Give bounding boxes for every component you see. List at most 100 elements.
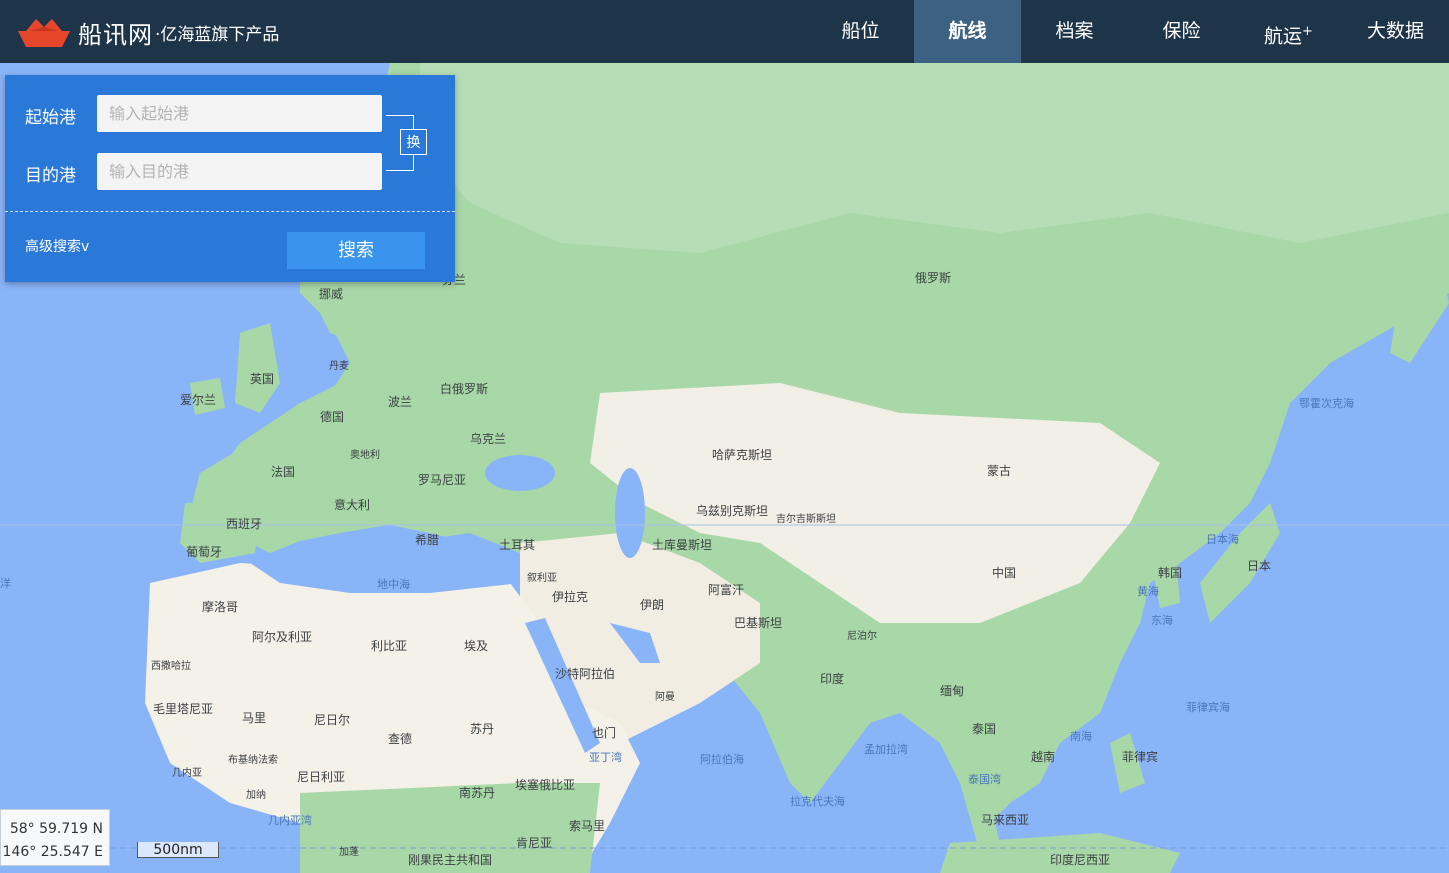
nav-shipping-plus[interactable]: 航运+ <box>1235 0 1342 63</box>
brand-slogan: ·亿海蓝旗下产品 <box>155 24 280 45</box>
nav-label: 大数据 <box>1366 20 1424 42</box>
label-kenya: 肯尼亚 <box>516 836 552 850</box>
top-header: 船讯网 ·亿海蓝旗下产品 船位 航线 档案 保险 航运+ 大数据 <box>0 0 1449 63</box>
label-algeria: 阿尔及利亚 <box>252 629 312 644</box>
label-gabon: 加蓬 <box>339 846 359 858</box>
label-mongolia: 蒙古 <box>987 463 1011 478</box>
label-belarus: 白俄罗斯 <box>440 381 488 396</box>
label-france: 法国 <box>271 465 295 479</box>
origin-label: 起始港 <box>25 108 76 128</box>
label-mauritania: 毛里塔尼亚 <box>153 702 213 716</box>
label-saudi-arabia: 沙特阿拉伯 <box>555 666 615 681</box>
label-denmark: 丹麦 <box>329 360 349 372</box>
label-gulf-of-thailand: 泰国湾 <box>968 772 1001 786</box>
label-okhotsk-sea: 鄂霍次克海 <box>1299 396 1354 410</box>
label-afghanistan: 阿富汗 <box>708 582 744 597</box>
label-yellow-sea: 黄海 <box>1137 584 1159 598</box>
label-turkmenistan: 土库曼斯坦 <box>652 537 712 552</box>
label-uzbekistan: 乌兹别克斯坦 <box>696 503 768 518</box>
label-kyrgyzstan: 吉尔吉斯斯坦 <box>776 512 836 525</box>
label-laccadive-sea: 拉克代夫海 <box>790 794 845 808</box>
label-egypt: 埃及 <box>464 639 488 653</box>
label-ethiopia: 埃塞俄比亚 <box>515 777 575 792</box>
main-nav: 船位 航线 档案 保险 航运+ 大数据 <box>807 0 1449 63</box>
label-drc: 刚果民主共和国 <box>408 853 492 867</box>
nav-label: 航运 <box>1264 25 1303 48</box>
label-south-china-sea: 南海 <box>1070 729 1092 743</box>
label-libya: 利比亚 <box>371 639 407 653</box>
panel-divider <box>5 211 455 212</box>
scale-bar-label: 500nm <box>137 842 219 858</box>
nav-label: 档案 <box>1055 20 1094 42</box>
label-italy: 意大利 <box>334 497 370 512</box>
destination-port-input[interactable] <box>97 153 382 190</box>
logo[interactable]: 船讯网 ·亿海蓝旗下产品 <box>16 12 279 52</box>
label-chad: 查德 <box>388 731 412 746</box>
latitude-readout: 58° 59.719 N <box>9 821 103 837</box>
label-bay-of-bengal: 孟加拉湾 <box>864 742 908 756</box>
label-ghana: 加纳 <box>246 788 266 801</box>
boat-logo-icon <box>18 19 70 47</box>
nav-ship-position[interactable]: 船位 <box>807 0 914 63</box>
label-myanmar: 缅甸 <box>940 684 964 698</box>
label-philippine-sea: 菲律宾海 <box>1186 700 1230 714</box>
label-mediterranean: 地中海 <box>377 577 410 591</box>
label-arabian-sea: 阿拉伯海 <box>700 752 744 766</box>
label-korea: 韩国 <box>1158 565 1182 580</box>
label-vietnam: 越南 <box>1031 749 1055 764</box>
caspian-sea <box>615 468 645 558</box>
label-ukraine: 乌克兰 <box>470 431 506 446</box>
label-mali: 马里 <box>242 711 266 725</box>
origin-port-input[interactable] <box>97 95 382 132</box>
nav-archive[interactable]: 档案 <box>1021 0 1128 63</box>
label-china: 中国 <box>992 565 1016 580</box>
label-morocco: 摩洛哥 <box>202 599 238 614</box>
label-ireland: 爱尔兰 <box>180 392 216 407</box>
label-turkey: 土耳其 <box>499 538 535 552</box>
label-greece: 希腊 <box>415 532 439 547</box>
coordinate-readout: 58° 59.719 N 146° 25.547 E <box>0 809 110 866</box>
label-syria: 叙利亚 <box>527 571 557 584</box>
label-indonesia: 印度尼西亚 <box>1050 852 1110 867</box>
nav-route[interactable]: 航线 <box>914 0 1021 63</box>
label-nigeria: 尼日利亚 <box>297 770 345 784</box>
label-yemen: 也门 <box>592 725 616 740</box>
label-spain: 西班牙 <box>226 517 262 531</box>
label-gulf-of-aden: 亚丁湾 <box>589 750 622 764</box>
label-iran: 伊朗 <box>640 598 664 612</box>
label-japan: 日本 <box>1247 559 1271 573</box>
nav-big-data[interactable]: 大数据 <box>1342 0 1449 63</box>
label-guinea: 几内亚 <box>172 766 202 779</box>
label-oman: 阿曼 <box>655 691 675 703</box>
label-germany: 德国 <box>320 409 344 424</box>
label-burkina-faso: 布基纳法索 <box>228 753 278 766</box>
black-sea <box>485 455 555 491</box>
label-norway: 挪威 <box>319 287 343 301</box>
label-pakistan: 巴基斯坦 <box>734 616 782 630</box>
longitude-readout: 146° 25.547 E <box>2 844 103 860</box>
swap-ports-button[interactable]: 换 <box>400 129 427 155</box>
label-kazakhstan: 哈萨克斯坦 <box>712 448 772 462</box>
label-poland: 波兰 <box>388 395 412 409</box>
label-russia: 俄罗斯 <box>915 271 951 285</box>
label-romania: 罗马尼亚 <box>418 473 466 487</box>
label-iraq: 伊拉克 <box>552 589 588 604</box>
label-western-sahara: 西撒哈拉 <box>151 659 191 672</box>
nav-label: 航线 <box>948 20 987 42</box>
advanced-search-toggle[interactable]: 高级搜索v <box>25 236 89 256</box>
nav-insurance[interactable]: 保险 <box>1128 0 1235 63</box>
label-nepal: 尼泊尔 <box>847 629 877 642</box>
search-button[interactable]: 搜索 <box>287 232 425 269</box>
label-thailand: 泰国 <box>972 722 996 736</box>
label-portugal: 葡萄牙 <box>186 545 222 559</box>
label-ocean-edge: 洋 <box>0 576 11 590</box>
label-east-china-sea: 东海 <box>1151 613 1173 627</box>
label-sea-of-japan: 日本海 <box>1206 532 1239 546</box>
destination-label: 目的港 <box>25 166 76 186</box>
label-sudan: 苏丹 <box>470 722 494 736</box>
nav-plus-mark: + <box>1302 24 1313 39</box>
label-niger: 尼日尔 <box>314 712 350 727</box>
label-austria: 奥地利 <box>350 448 380 461</box>
route-search-panel: 起始港 目的港 换 高级搜索v 搜索 <box>5 75 455 282</box>
nav-label: 保险 <box>1162 20 1201 42</box>
